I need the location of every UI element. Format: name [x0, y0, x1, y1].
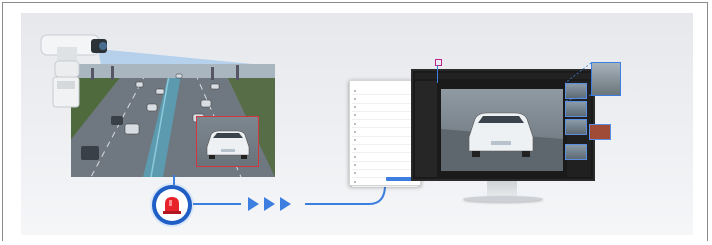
marker-line [437, 65, 438, 83]
alarm-siren-icon [152, 185, 192, 225]
menu-item[interactable] [352, 87, 418, 96]
triple-arrow-icon [248, 197, 303, 213]
monitor-neck [487, 181, 517, 197]
menu-item[interactable] [352, 120, 418, 129]
flow-line-left [173, 175, 175, 185]
illustration-frame [2, 2, 708, 241]
menu-item[interactable] [352, 128, 418, 137]
menu-item[interactable] [352, 153, 418, 162]
monitor-base [463, 196, 543, 202]
flow-line-right [305, 203, 369, 205]
menu-item[interactable] [352, 95, 418, 104]
detected-vehicle-box [196, 116, 259, 167]
menu-item[interactable] [352, 162, 418, 170]
menu-list [352, 87, 418, 187]
menu-item[interactable] [352, 145, 418, 154]
menu-item[interactable] [352, 112, 418, 121]
popout-connector [564, 62, 592, 102]
monitor-sidebar [415, 81, 437, 177]
menu-item[interactable] [352, 104, 418, 112]
detected-vehicle [206, 130, 250, 159]
menu-item[interactable] [352, 137, 418, 146]
ptz-camera-icon [40, 34, 107, 108]
flow-line-bottom [193, 203, 241, 205]
